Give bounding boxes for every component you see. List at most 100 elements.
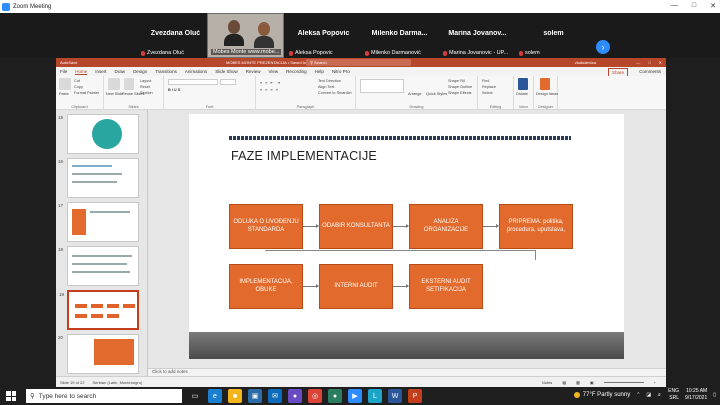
slide-thumbnail[interactable]: 18 [58, 246, 139, 286]
format-painter-button[interactable]: Format Painter [74, 91, 99, 95]
menu-animations[interactable]: Animations [185, 69, 207, 74]
design-ideas-icon[interactable] [540, 78, 550, 90]
select-button[interactable]: Select [482, 91, 493, 95]
phase-box[interactable]: INTERNI AUDIT [319, 264, 393, 309]
menu-help[interactable]: Help [315, 69, 324, 74]
menu-recording[interactable]: Recording [286, 69, 307, 74]
replace-button[interactable]: Replace [482, 85, 496, 89]
chevron-up-icon[interactable]: ⌃ [636, 392, 640, 398]
text-direction-button[interactable]: Text Direction [318, 79, 341, 83]
participant-video-tile[interactable]: Mobes Monte www.mobe... [207, 13, 284, 58]
shape-fill-button[interactable]: Shape Fill [448, 79, 465, 83]
notes-pane[interactable]: Click to add notes [148, 368, 666, 376]
find-button[interactable]: Find [482, 79, 489, 83]
notes-button[interactable]: Notes [542, 380, 552, 385]
reset-button[interactable]: Reset [140, 85, 150, 89]
lang-indicator[interactable]: ENG SRL [668, 388, 679, 401]
ppt-search-box[interactable]: ⚲ Search [306, 59, 411, 66]
design-ideas-label[interactable]: Design Ideas [536, 92, 558, 96]
font-name-select[interactable] [168, 79, 218, 85]
user-name[interactable]: vladodenica [575, 60, 596, 65]
new-slide-label[interactable]: New Slide [106, 92, 123, 96]
word-icon[interactable]: W [388, 389, 402, 403]
slide-title[interactable]: FAZE IMPLEMENTACIJE [231, 149, 377, 163]
normal-view-icon[interactable]: ▦ [562, 380, 566, 385]
volume-icon[interactable]: ♬ [657, 392, 662, 398]
reuse-slides-icon[interactable] [124, 78, 134, 90]
network-icon[interactable]: ◪ [646, 392, 651, 398]
zoom-in-button[interactable]: + [654, 380, 656, 385]
chrome-icon[interactable]: ◎ [308, 389, 322, 403]
participant-tile[interactable]: Marina Jovanov... Marina Jovanovic - UP.… [440, 13, 515, 58]
menu-draw[interactable]: Draw [115, 69, 126, 74]
next-participants-button[interactable]: › [596, 40, 610, 54]
participant-tile[interactable]: Zvezdana Oluć Zvezdana Oluć [138, 13, 213, 58]
participant-tile[interactable]: solem solem [516, 13, 591, 58]
minimize-icon[interactable]: — [636, 60, 640, 65]
powerpoint-icon[interactable]: P [408, 389, 422, 403]
notifications-icon[interactable]: ▯ [713, 392, 716, 398]
phase-box[interactable]: ANALIZA ORGANIZACIJE [409, 204, 483, 249]
menu-home[interactable]: Home [75, 69, 88, 75]
microphone-icon[interactable] [518, 78, 528, 90]
libre-icon[interactable]: L [368, 389, 382, 403]
app-icon[interactable]: ● [288, 389, 302, 403]
menu-view[interactable]: View [268, 69, 278, 74]
menu-review[interactable]: Review [246, 69, 261, 74]
copy-button[interactable]: Copy [74, 85, 83, 89]
clock[interactable]: 10:25 AM 9/17/2021 [685, 388, 707, 401]
layout-button[interactable]: Layout [140, 79, 151, 83]
menu-slideshow[interactable]: Slide Show [215, 69, 238, 74]
windows-start-icon[interactable] [6, 391, 16, 401]
taskbar-search[interactable]: ⚲ Type here to search [26, 389, 182, 403]
slide-thumbnail-selected[interactable]: 19 [59, 290, 139, 330]
language-indicator[interactable]: Serbian (Latin, Montenegro) [92, 380, 142, 385]
maximize-icon[interactable]: □ [648, 60, 650, 65]
autosave-toggle[interactable]: AutoSave [60, 60, 77, 65]
store-icon[interactable]: ▣ [248, 389, 262, 403]
section-button[interactable]: Section [140, 91, 153, 95]
mail-icon[interactable]: ✉ [268, 389, 282, 403]
participant-tile[interactable]: Aleksa Popovic Aleksa Popovic [286, 13, 361, 58]
slide-thumbnail[interactable]: 17 [58, 202, 139, 242]
edge-icon[interactable]: e [208, 389, 222, 403]
menu-design[interactable]: Design [133, 69, 147, 74]
slide-thumbnail[interactable]: 20 [58, 334, 139, 374]
paste-icon[interactable] [59, 78, 71, 90]
maximize-icon[interactable]: □ [692, 2, 696, 10]
current-slide[interactable]: FAZE IMPLEMENTACIJE ODLUKA O UVOĐENJU ST… [189, 114, 624, 359]
shapes-gallery[interactable] [360, 79, 404, 93]
convert-smartart-button[interactable]: Convert to SmartArt [318, 91, 352, 95]
close-icon[interactable]: ✕ [710, 2, 716, 10]
menu-insert[interactable]: Insert [95, 69, 106, 74]
new-slide-icon[interactable] [108, 78, 120, 90]
weather-widget[interactable]: 77°F Partly sunny [573, 391, 630, 398]
quick-styles-button[interactable]: Quick Styles [426, 92, 447, 96]
reading-view-icon[interactable]: ▣ [590, 380, 594, 385]
minimize-icon[interactable]: — [671, 2, 678, 10]
close-icon[interactable]: ✕ [659, 60, 662, 65]
app-icon-2[interactable]: ● [328, 389, 342, 403]
menu-transitions[interactable]: Transitions [155, 69, 177, 74]
align-text-button[interactable]: Align Text [318, 85, 334, 89]
shape-effects-button[interactable]: Shape Effects [448, 91, 472, 95]
phase-box[interactable]: ODABIR KONSULTANTA [319, 204, 393, 249]
participant-tile[interactable]: Milenko Darma... Milenko Darmanović [362, 13, 437, 58]
task-view-icon[interactable]: ▭ [188, 389, 202, 403]
phase-box[interactable]: PRIPREMA: politika, procedura, uputstava… [499, 204, 573, 249]
menu-nitro[interactable]: Nitro Pro [332, 69, 350, 74]
comments-button[interactable]: Comments [639, 69, 661, 74]
phase-box[interactable]: EKSTERNI AUDIT SETIFIKACIJA [409, 264, 483, 309]
shape-outline-button[interactable]: Shape Outline [448, 85, 472, 89]
align-buttons[interactable]: ≡ ≡ ≡ ≡ [260, 88, 279, 92]
font-size-select[interactable] [220, 79, 236, 85]
sorter-view-icon[interactable]: ▩ [576, 380, 580, 385]
slide-thumbnail[interactable]: 16 [58, 158, 139, 198]
menu-file[interactable]: File [60, 69, 67, 74]
zoom-slider[interactable] [603, 381, 644, 383]
arrange-button[interactable]: Arrange [408, 92, 422, 96]
dictate-label[interactable]: Dictate [516, 92, 528, 96]
phase-box[interactable]: ODLUKA O UVOĐENJU STANDARDA [229, 204, 303, 249]
file-explorer-icon[interactable]: ■ [228, 389, 242, 403]
slide-thumbnail[interactable]: 15 [58, 114, 139, 154]
